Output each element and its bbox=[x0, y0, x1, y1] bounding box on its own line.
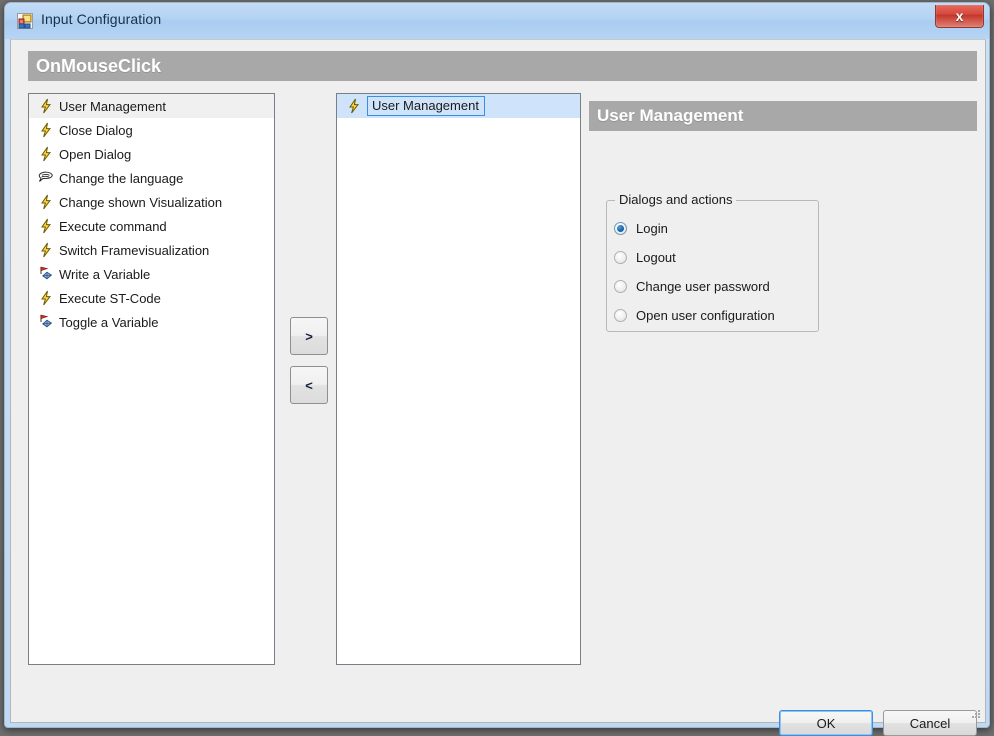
move-right-label: > bbox=[305, 328, 313, 344]
list-item[interactable]: Switch Framevisualization bbox=[29, 238, 274, 262]
form-designer-icon bbox=[17, 13, 33, 29]
move-left-button[interactable]: < bbox=[290, 366, 328, 404]
list-item-label: Execute ST-Code bbox=[59, 290, 161, 306]
detail-panel-title: User Management bbox=[589, 101, 977, 131]
radio-label: Login bbox=[636, 221, 668, 236]
lightning-icon bbox=[35, 97, 57, 115]
page-title: OnMouseClick bbox=[28, 51, 977, 81]
cancel-button[interactable]: Cancel bbox=[883, 710, 977, 736]
radio-button[interactable] bbox=[614, 251, 627, 264]
list-item-label: Execute command bbox=[59, 218, 167, 234]
radio-option-change-user-password[interactable]: Change user password bbox=[607, 272, 818, 301]
list-item[interactable]: Change shown Visualization bbox=[29, 190, 274, 214]
speech-bubble-icon bbox=[35, 169, 57, 187]
list-item-label: Open Dialog bbox=[59, 146, 132, 162]
cancel-label: Cancel bbox=[909, 715, 951, 731]
lightning-icon bbox=[35, 241, 57, 259]
list-item[interactable]: Execute command bbox=[29, 214, 274, 238]
radio-label: Change user password bbox=[636, 279, 770, 294]
lightning-icon bbox=[343, 97, 365, 115]
list-item[interactable]: Execute ST-Code bbox=[29, 286, 274, 310]
close-button[interactable]: x bbox=[935, 5, 984, 28]
list-item[interactable]: Open Dialog bbox=[29, 142, 274, 166]
group-title: Dialogs and actions bbox=[615, 192, 737, 207]
list-item[interactable]: User Management bbox=[337, 94, 580, 118]
move-left-label: < bbox=[305, 377, 313, 393]
dialogs-and-actions-group: Dialogs and actions Login Logout Change us… bbox=[606, 192, 819, 332]
radio-button[interactable] bbox=[614, 222, 627, 235]
lightning-icon bbox=[35, 289, 57, 307]
radio-option-login[interactable]: Login bbox=[607, 214, 818, 243]
radio-option-open-user-configuration[interactable]: Open user configuration bbox=[607, 301, 818, 330]
list-item[interactable]: Change the language bbox=[29, 166, 274, 190]
available-actions-list[interactable]: User Management Close Dialog Open Dialog Ch… bbox=[28, 93, 275, 665]
radio-option-logout[interactable]: Logout bbox=[607, 243, 818, 272]
title-bar[interactable]: Input Configuration x bbox=[5, 3, 989, 39]
list-item-label: Switch Framevisualization bbox=[59, 242, 210, 258]
dialog-window: Input Configuration x OnMouseClick User … bbox=[4, 2, 990, 736]
close-icon: x bbox=[955, 8, 964, 24]
list-item[interactable]: User Management bbox=[29, 94, 274, 118]
list-item-label: Change the language bbox=[59, 170, 184, 186]
list-item-label: Write a Variable bbox=[59, 266, 151, 282]
radio-button[interactable] bbox=[614, 309, 627, 322]
radio-group: Login Logout Change user password Open user… bbox=[607, 214, 818, 330]
ok-label: OK bbox=[816, 715, 836, 731]
list-item[interactable]: Write a Variable bbox=[29, 262, 274, 286]
list-item[interactable]: Close Dialog bbox=[29, 118, 274, 142]
lightning-icon bbox=[35, 145, 57, 163]
radio-button[interactable] bbox=[614, 280, 627, 293]
selected-actions-list[interactable]: User Management bbox=[336, 93, 581, 665]
variable-toggle-icon bbox=[35, 313, 57, 331]
list-item-label: Change shown Visualization bbox=[59, 194, 223, 210]
list-item-label: Toggle a Variable bbox=[59, 314, 159, 330]
list-item-label[interactable]: User Management bbox=[367, 96, 485, 116]
list-item[interactable]: Toggle a Variable bbox=[29, 310, 274, 334]
lightning-icon bbox=[35, 193, 57, 211]
radio-label: Logout bbox=[636, 250, 676, 265]
variable-write-icon bbox=[35, 265, 57, 283]
lightning-icon bbox=[35, 217, 57, 235]
list-item-label: User Management bbox=[59, 98, 166, 114]
list-item-label: Close Dialog bbox=[59, 122, 133, 138]
ok-button[interactable]: OK bbox=[779, 710, 873, 736]
lightning-icon bbox=[35, 121, 57, 139]
radio-label: Open user configuration bbox=[636, 308, 775, 323]
resize-grip[interactable] bbox=[970, 708, 982, 720]
window-title: Input Configuration bbox=[41, 11, 162, 27]
dialog-client-area: OnMouseClick User Management Close Dialog… bbox=[10, 39, 986, 736]
move-right-button[interactable]: > bbox=[290, 317, 328, 355]
